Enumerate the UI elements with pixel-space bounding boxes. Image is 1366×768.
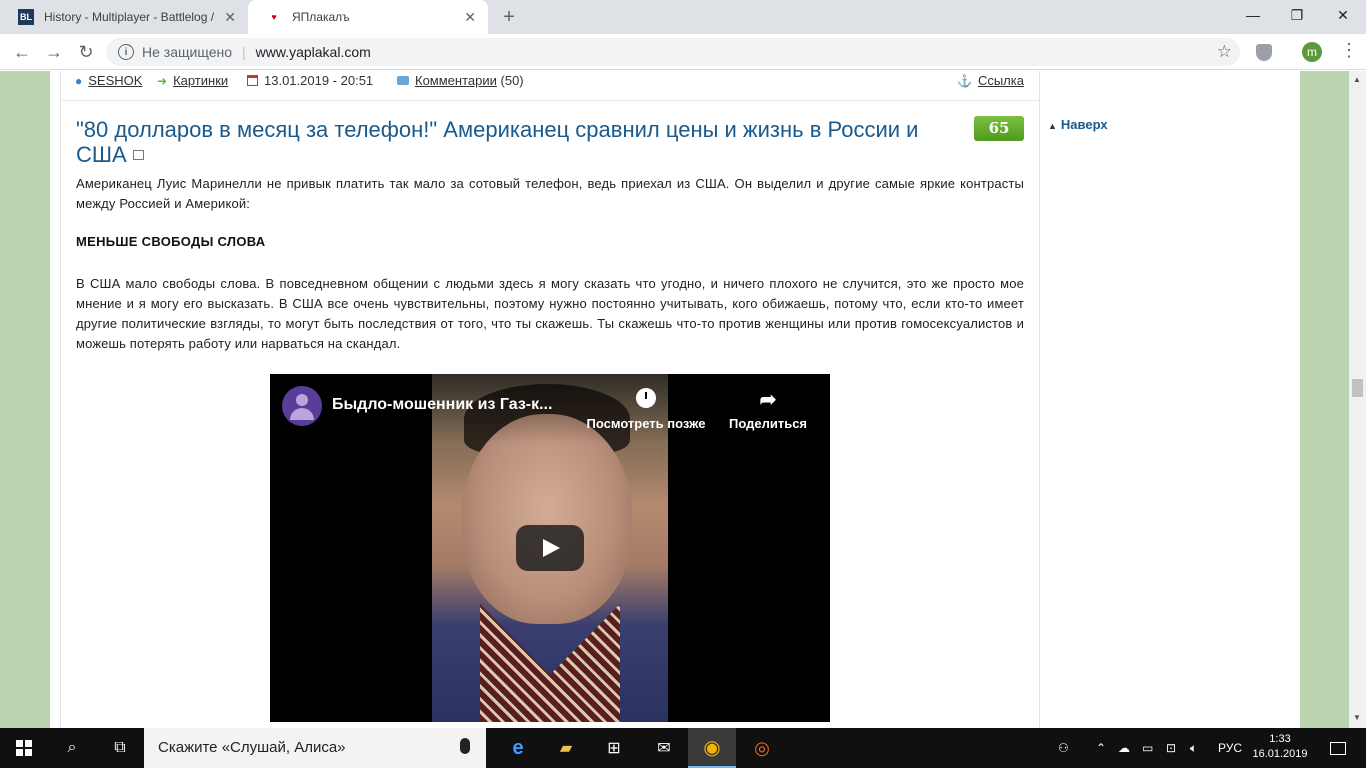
search-icon[interactable]: ⌕ xyxy=(48,728,96,768)
post-category: ➜ Картинки xyxy=(157,73,228,88)
info-icon[interactable]: i xyxy=(118,44,134,60)
file-explorer-icon[interactable]: ▰ xyxy=(542,728,590,768)
external-link-icon[interactable] xyxy=(132,150,144,160)
battery-icon[interactable]: ▭ xyxy=(1142,728,1153,768)
category-link[interactable]: Картинки xyxy=(173,73,228,88)
windows-taskbar: ⌕ ⧉ Скажите «Слушай, Алиса» e ▰ ⊞ ✉ ◉ ◎ … xyxy=(0,728,1366,768)
post-paragraph: В США мало свободы слова. В повседневном… xyxy=(76,276,1024,351)
section-heading: МЕНЬШЕ СВОБОДЫ СЛОВА xyxy=(76,234,266,249)
date-text: 13.01.2019 - 20:51 xyxy=(264,73,374,88)
clock-icon xyxy=(636,388,656,408)
page-scrollbar[interactable]: ▲ ▼ xyxy=(1349,71,1366,728)
taskbar-search-input[interactable]: Скажите «Слушай, Алиса» xyxy=(144,728,486,768)
volume-icon[interactable]: 🔈︎ xyxy=(1190,728,1197,768)
battlelog-favicon-icon: BL xyxy=(18,9,34,25)
windows-logo-icon xyxy=(16,740,32,756)
microphone-icon[interactable] xyxy=(460,738,470,754)
window-close-icon[interactable]: ✕ xyxy=(1320,0,1366,30)
post-column: ● SESHOK ➜ Картинки 13.01.2019 - 20:51 К… xyxy=(60,71,1040,728)
address-separator: | xyxy=(242,44,246,60)
edge-icon[interactable]: e xyxy=(494,728,542,768)
video-face xyxy=(462,414,632,624)
share-label: Поделиться xyxy=(728,416,808,431)
minimize-icon[interactable]: — xyxy=(1230,0,1276,30)
post-date: 13.01.2019 - 20:51 xyxy=(247,73,373,88)
onedrive-icon[interactable]: ☁ xyxy=(1118,728,1130,768)
address-bar[interactable]: i Не защищено | www.yaplakal.com ☆ xyxy=(106,38,1240,66)
video-player[interactable]: Быдло-мошенник из Газ-к... Посмотреть по… xyxy=(270,374,830,722)
post-permalink: ⚓ Ссылка xyxy=(957,73,1024,88)
post-comments: Комментарии (50) xyxy=(397,73,524,88)
scroll-thumb[interactable] xyxy=(1352,379,1363,397)
yaplakal-favicon-icon: ♥ xyxy=(271,12,277,22)
up-arrow-icon: ▲ xyxy=(1048,121,1057,131)
url-text[interactable]: www.yaplakal.com xyxy=(256,44,371,60)
channel-avatar[interactable] xyxy=(282,386,322,426)
calendar-icon xyxy=(247,75,258,86)
page-viewport: ● SESHOK ➜ Картинки 13.01.2019 - 20:51 К… xyxy=(0,71,1366,728)
people-icon[interactable]: ⚇ xyxy=(1058,728,1069,768)
play-button[interactable] xyxy=(516,525,584,571)
profile-avatar[interactable]: m xyxy=(1302,42,1322,62)
forward-arrow-icon[interactable]: → xyxy=(42,40,66,64)
arrow-right-icon: ➜ xyxy=(157,73,168,88)
tab-title: History - Multiplayer - Battlelog / Batt… xyxy=(44,10,218,24)
author-link[interactable]: SESHOK xyxy=(88,73,142,88)
language-indicator[interactable]: РУС xyxy=(1218,728,1242,768)
watch-later-label: Посмотреть позже xyxy=(586,416,706,431)
start-button[interactable] xyxy=(0,728,48,768)
search-placeholder: Скажите «Слушай, Алиса» xyxy=(158,739,346,756)
video-title[interactable]: Быдло-мошенник из Газ-к... xyxy=(332,396,552,414)
post-author: ● SESHOK xyxy=(75,73,142,88)
post-title-text[interactable]: "80 долларов в месяц за телефон!" Америк… xyxy=(76,117,918,167)
comment-icon xyxy=(397,76,409,85)
anchor-icon: ⚓ xyxy=(957,73,972,88)
post-meta-bar: ● SESHOK ➜ Картинки 13.01.2019 - 20:51 К… xyxy=(61,71,1039,101)
close-icon[interactable]: ✕ xyxy=(464,9,476,26)
maximize-icon[interactable]: ❐ xyxy=(1274,0,1320,30)
tab-title: ЯПлакалъ xyxy=(292,10,350,24)
page-container: ● SESHOK ➜ Картинки 13.01.2019 - 20:51 К… xyxy=(50,71,1300,728)
scroll-down-icon[interactable]: ▼ xyxy=(1353,713,1361,722)
mail-icon[interactable]: ✉ xyxy=(640,728,688,768)
chevron-up-icon[interactable]: ⌃ xyxy=(1096,728,1106,768)
reload-icon[interactable]: ↻ xyxy=(74,40,98,64)
bookmark-star-icon[interactable]: ☆ xyxy=(1217,42,1232,62)
extension-shield-icon[interactable] xyxy=(1256,44,1272,61)
to-top-link[interactable]: ▲ Наверх xyxy=(1048,117,1108,132)
chrome-icon[interactable]: ◉ xyxy=(688,728,736,768)
taskbar-clock[interactable]: 1:33 16.01.2019 xyxy=(1252,732,1308,762)
comments-link[interactable]: Комментарии xyxy=(415,73,497,88)
task-view-icon[interactable]: ⧉ xyxy=(96,728,144,768)
tab-strip: BL History - Multiplayer - Battlelog / B… xyxy=(0,0,1366,34)
permalink-link[interactable]: Ссылка xyxy=(978,73,1024,88)
to-top-label[interactable]: Наверх xyxy=(1061,117,1108,132)
share-button[interactable]: ➦ Поделиться xyxy=(718,388,818,431)
user-icon: ● xyxy=(75,73,83,88)
watch-later-button[interactable]: Посмотреть позже xyxy=(576,388,716,431)
security-label[interactable]: Не защищено xyxy=(142,44,232,60)
store-icon[interactable]: ⊞ xyxy=(590,728,638,768)
close-icon[interactable]: ✕ xyxy=(224,9,236,26)
network-icon[interactable]: ⊡ xyxy=(1166,728,1176,768)
share-icon: ➦ xyxy=(759,389,777,411)
scroll-up-icon[interactable]: ▲ xyxy=(1353,75,1361,84)
tab-yaplakal[interactable]: ♥ ЯПлакалъ ✕ xyxy=(248,0,488,34)
comments-count: (50) xyxy=(500,73,524,88)
notification-center-icon[interactable] xyxy=(1320,728,1356,768)
post-title[interactable]: "80 долларов в месяц за телефон!" Америк… xyxy=(76,117,936,167)
origin-icon[interactable]: ◎ xyxy=(738,728,786,768)
browser-toolbar: ← → ↻ i Не защищено | www.yaplakal.com ☆… xyxy=(0,34,1366,70)
tab-battlelog[interactable]: BL History - Multiplayer - Battlelog / B… xyxy=(0,0,248,34)
clock-date: 16.01.2019 xyxy=(1252,748,1308,760)
post-intro: Американец Луис Маринелли не привык плат… xyxy=(76,176,1024,211)
rating-badge: 65 xyxy=(974,116,1024,141)
kebab-menu-icon[interactable]: ⋮ xyxy=(1340,40,1358,61)
back-arrow-icon[interactable]: ← xyxy=(10,40,34,64)
new-tab-icon[interactable]: + xyxy=(498,6,520,28)
clock-time: 1:33 xyxy=(1269,733,1291,745)
